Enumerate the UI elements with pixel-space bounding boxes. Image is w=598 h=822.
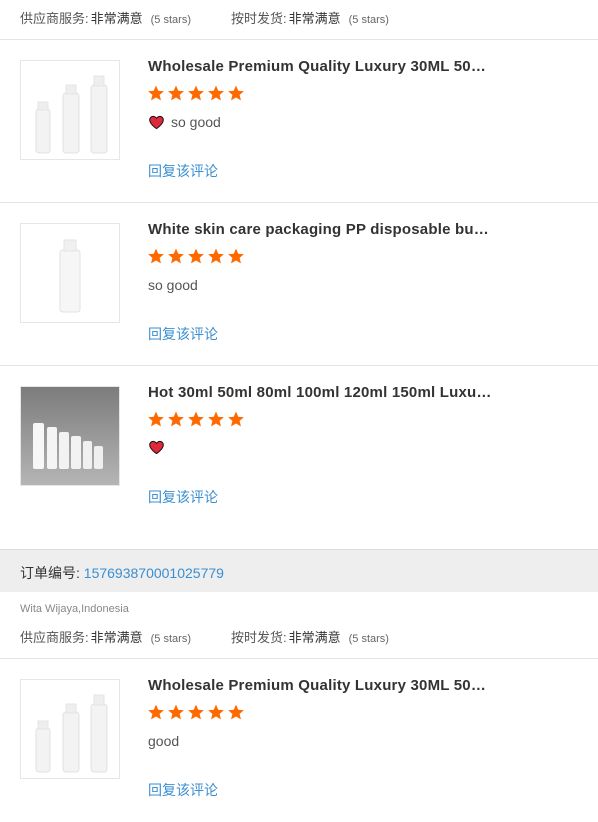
product-image — [35, 75, 108, 154]
star-icon — [228, 704, 244, 720]
review-comment-text: so good — [148, 277, 198, 293]
star-rating — [147, 247, 245, 265]
product-image — [35, 694, 108, 773]
review-item: Wholesale Premium Quality Luxury 30ML 50… — [0, 40, 598, 203]
product-title-link[interactable]: Wholesale Premium Quality Luxury 30ML 50… — [148, 677, 493, 694]
service-stars-text: (5 stars) — [150, 14, 191, 26]
product-title-link[interactable]: White skin care packaging PP disposable … — [148, 221, 493, 238]
star-icon — [188, 248, 204, 264]
star-icon — [148, 85, 164, 101]
heart-icon — [149, 440, 164, 455]
order-number-row: 订单编号: 157693870001025779 — [20, 563, 224, 583]
delivery-stars-text: (5 stars) — [348, 633, 389, 645]
delivery-label: 按时发货: — [230, 11, 287, 26]
reply-review-link[interactable]: 回复该评论 — [148, 161, 218, 181]
delivery-stars-text: (5 stars) — [348, 14, 389, 26]
star-icon — [188, 85, 204, 101]
star-icon — [148, 411, 164, 427]
star-icon — [168, 411, 184, 427]
order-number-link[interactable]: 157693870001025779 — [84, 565, 224, 581]
product-thumbnail[interactable] — [20, 386, 120, 486]
star-rating — [147, 703, 245, 721]
service-value: 非常满意 — [90, 630, 143, 645]
service-value: 非常满意 — [90, 11, 143, 26]
product-thumbnail[interactable] — [20, 60, 120, 160]
star-icon — [188, 704, 204, 720]
star-icon — [148, 704, 164, 720]
supplier-ratings-row: 供应商服务: 非常满意 (5 stars) 按时发货: 非常满意 (5 star… — [20, 8, 389, 27]
star-icon — [168, 85, 184, 101]
star-icon — [148, 248, 164, 264]
star-icon — [228, 85, 244, 101]
product-image — [59, 239, 81, 313]
product-title-link[interactable]: Wholesale Premium Quality Luxury 30ML 50… — [148, 58, 493, 75]
review-item: Hot 30ml 50ml 80ml 100ml 120ml 150ml Lux… — [0, 366, 598, 529]
heart-icon — [149, 115, 164, 129]
star-icon — [228, 411, 244, 427]
review-comment-text: good — [148, 733, 180, 749]
reply-review-link[interactable]: 回复该评论 — [148, 487, 218, 507]
review-item: White skin care packaging PP disposable … — [0, 203, 598, 366]
service-stars-text: (5 stars) — [150, 633, 191, 645]
star-icon — [168, 248, 184, 264]
service-label: 供应商服务: — [20, 11, 89, 26]
delivery-value: 非常满意 — [288, 630, 341, 645]
delivery-label: 按时发货: — [230, 630, 287, 645]
star-icon — [208, 85, 224, 101]
star-icon — [228, 248, 244, 264]
order-header: 订单编号: 157693870001025779 — [0, 549, 598, 592]
review-item: Wholesale Premium Quality Luxury 30ML 50… — [0, 659, 598, 822]
review-comment: good — [148, 733, 179, 749]
reply-review-link[interactable]: 回复该评论 — [148, 324, 218, 344]
delivery-value: 非常满意 — [288, 11, 341, 26]
star-icon — [208, 411, 224, 427]
star-icon — [188, 411, 204, 427]
product-thumbnail[interactable] — [20, 223, 120, 323]
order-number-label: 订单编号: — [20, 565, 80, 581]
product-title-link[interactable]: Hot 30ml 50ml 80ml 100ml 120ml 150ml Lux… — [148, 384, 493, 401]
star-icon — [168, 704, 184, 720]
reply-review-link[interactable]: 回复该评论 — [148, 780, 218, 800]
star-rating — [147, 84, 245, 102]
star-icon — [208, 248, 224, 264]
review-comment: so good — [148, 277, 198, 293]
product-image — [21, 387, 119, 485]
review-comment — [148, 440, 165, 455]
review-comment-text: so good — [171, 114, 221, 130]
star-icon — [208, 704, 224, 720]
star-rating — [147, 410, 245, 428]
supplier-ratings-row: 供应商服务: 非常满意 (5 stars) 按时发货: 非常满意 (5 star… — [20, 627, 389, 646]
product-thumbnail[interactable] — [20, 679, 120, 779]
buyer-info: Wita Wijaya,Indonesia — [20, 603, 129, 615]
review-comment: so good — [148, 114, 221, 130]
service-label: 供应商服务: — [20, 630, 89, 645]
